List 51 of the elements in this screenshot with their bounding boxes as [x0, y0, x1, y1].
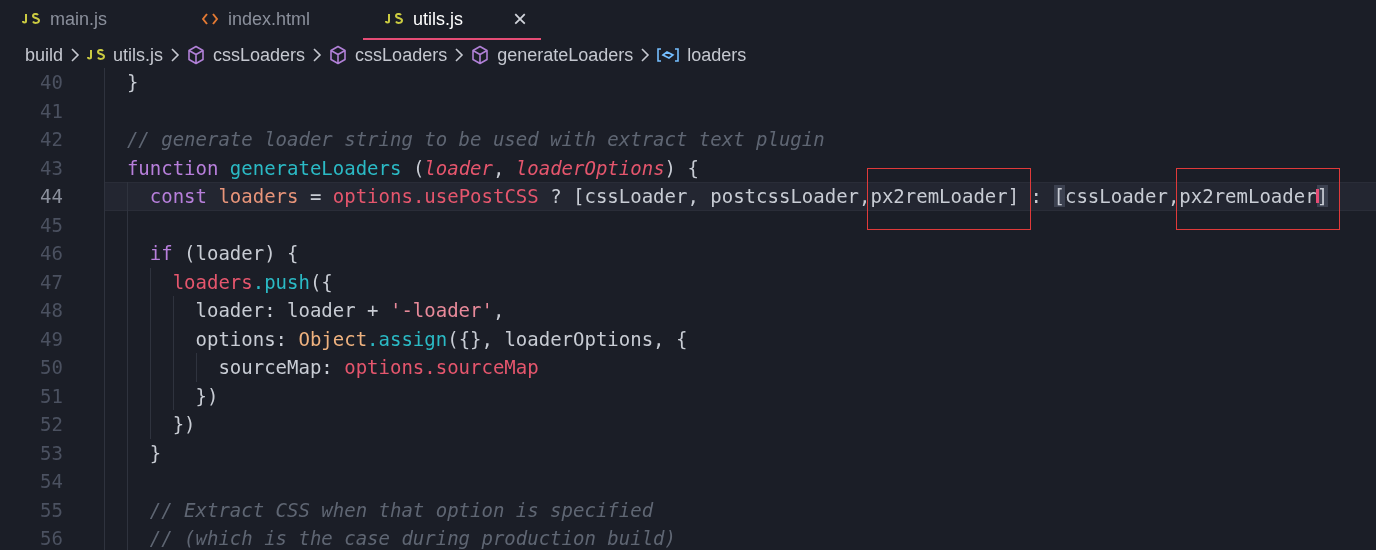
js-file-icon [385, 13, 403, 25]
line-number: 50 [39, 355, 64, 380]
line-number: 51 [39, 383, 64, 409]
close-tab-button[interactable]: × [513, 7, 527, 31]
js-file-icon [87, 49, 106, 61]
breadcrumb-item[interactable]: utils.js [113, 44, 164, 66]
line-number: 45 [39, 212, 64, 238]
editor-tab[interactable]: main.js [0, 0, 180, 40]
line-number: 56 [39, 526, 64, 550]
line-number: 55 [39, 497, 64, 523]
js-file-icon [22, 13, 40, 25]
line-number: 43 [39, 155, 64, 181]
variable-icon [657, 48, 680, 62]
breadcrumb-item[interactable]: generateLoaders [497, 44, 634, 66]
tab-label: main.js [50, 8, 107, 30]
line-number: 47 [39, 269, 64, 295]
code-line: if (loader) { [148, 242, 299, 264]
cube-icon [187, 45, 206, 65]
line-number: 52 [39, 412, 64, 437]
line-number: 49 [39, 326, 64, 352]
cube-icon [471, 45, 490, 65]
code-line: } [148, 441, 162, 464]
editor-tab[interactable]: utils.js × [363, 0, 541, 40]
line-number: 46 [39, 241, 64, 266]
line-number: 54 [39, 469, 64, 494]
editor-tab[interactable]: index.html [180, 0, 360, 40]
line-number: 44 [39, 184, 64, 209]
line-number: 42 [39, 127, 64, 152]
code-line: function generateLoaders (loader, loaderOptions) { [125, 156, 699, 179]
line-number: 41 [39, 98, 64, 124]
line-number: 48 [39, 298, 64, 323]
code-line: loader: loader + '-loader', [194, 299, 505, 321]
line-number: 40 [39, 70, 64, 95]
code-comment: // generate loader string to be used with extract text plugin [125, 128, 825, 150]
line-number: 53 [39, 440, 64, 466]
breadcrumb-item[interactable]: build [25, 44, 64, 66]
code-line: sourceMap: options.sourceMap [217, 356, 539, 378]
code-comment: // (which is the case during production build) [148, 527, 676, 549]
breadcrumb-item[interactable]: loaders [687, 44, 747, 66]
tab-label: index.html [228, 8, 311, 30]
code-line: loaders.push({ [171, 270, 333, 293]
tab-label: utils.js [413, 8, 463, 30]
cube-icon [329, 45, 348, 65]
breadcrumb-item[interactable]: cssLoaders [213, 44, 306, 66]
code-comment: // Extract CSS when that option is specified [148, 498, 654, 521]
code-line: } [125, 71, 139, 93]
code-brackets-icon [202, 13, 218, 25]
code-line: }) [194, 384, 219, 407]
breadcrumb-item[interactable]: cssLoaders [355, 44, 448, 66]
code-line: }) [171, 413, 196, 435]
code-line: options: Object.assign({}, loaderOptions, { [194, 327, 688, 350]
